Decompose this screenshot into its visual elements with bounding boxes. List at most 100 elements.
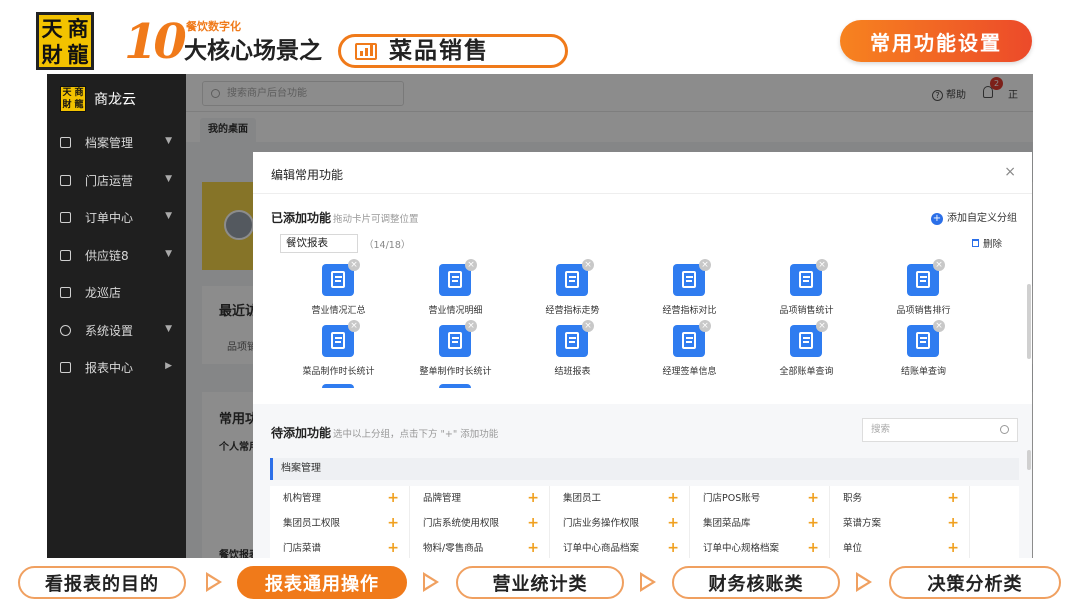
- function-card[interactable]: × 结账单查询: [865, 317, 982, 379]
- remove-icon[interactable]: ×: [465, 320, 477, 332]
- arrow-right-icon: [856, 572, 872, 592]
- function-card[interactable]: × 经营指标走势: [514, 256, 631, 318]
- function-card[interactable]: × 经理签单信息: [631, 317, 748, 379]
- sidebar-item-report[interactable]: 报表中心 ▶: [47, 349, 186, 387]
- chevron-down-icon: ▼: [165, 248, 172, 259]
- remove-icon[interactable]: ×: [465, 259, 477, 271]
- function-label: 结账单查询: [900, 367, 946, 377]
- app-logo: 天商 財龍: [60, 86, 86, 112]
- org-icon: [60, 287, 71, 299]
- add-icon[interactable]: +: [807, 511, 819, 536]
- remove-icon[interactable]: ×: [933, 259, 945, 271]
- delete-group-button[interactable]: 删除: [972, 236, 1002, 250]
- add-icon[interactable]: +: [807, 536, 819, 558]
- group-count: （14/18）: [364, 240, 411, 251]
- add-icon[interactable]: +: [387, 536, 399, 558]
- arrow-right-icon: [423, 572, 439, 592]
- nav-decision-analysis[interactable]: 决策分析类: [889, 566, 1061, 599]
- scrollbar[interactable]: [1027, 284, 1031, 359]
- function-card[interactable]: × 结班报表: [514, 317, 631, 379]
- function-card[interactable]: × 营业情况明细: [397, 256, 514, 318]
- function-card[interactable]: × 经营指标对比: [631, 256, 748, 318]
- remove-icon[interactable]: ×: [816, 259, 828, 271]
- add-icon[interactable]: +: [667, 536, 679, 558]
- function-card[interactable]: × 品项销售统计: [748, 256, 865, 318]
- close-icon[interactable]: ×: [1004, 164, 1016, 180]
- remove-icon[interactable]: ×: [933, 320, 945, 332]
- remove-icon[interactable]: ×: [582, 320, 594, 332]
- chevron-down-icon: ▼: [165, 173, 172, 184]
- arrow-right-icon: [640, 572, 656, 592]
- function-label: 经营指标对比: [662, 306, 717, 316]
- group-name-input[interactable]: 餐饮报表: [280, 234, 358, 253]
- scrollbar[interactable]: [1027, 450, 1031, 470]
- nav-report-common-ops[interactable]: 报表通用操作: [237, 566, 407, 599]
- sidebar-item-system[interactable]: 系统设置 ▼: [47, 312, 186, 350]
- function-search-input[interactable]: 搜索: [862, 418, 1018, 442]
- pending-function-item: 物料/零售商品 +: [410, 536, 550, 558]
- add-icon[interactable]: +: [387, 486, 399, 511]
- added-section-title: 已添加功能: [271, 211, 332, 225]
- scene-pill: 菜品销售: [338, 34, 568, 68]
- pending-function-item: 机构管理 +: [270, 486, 410, 511]
- function-card[interactable]: × 全部账单查询: [748, 317, 865, 379]
- remove-icon[interactable]: ×: [348, 259, 360, 271]
- pending-functions-grid: 机构管理 + 品牌管理 + 集团员工 + 门店POS账号 + 职务 + 集团员工权限 + 门店系统使用权…: [270, 486, 1019, 558]
- chevron-down-icon: ▼: [165, 323, 172, 334]
- add-icon[interactable]: +: [667, 486, 679, 511]
- add-icon[interactable]: +: [527, 511, 539, 536]
- sidebar-item-archive[interactable]: 档案管理 ▼: [47, 124, 186, 162]
- nav-finance-check[interactable]: 财务核账类: [672, 566, 840, 599]
- nav-business-stats[interactable]: 营业统计类: [456, 566, 624, 599]
- pending-section-hint: 选中以上分组，点击下方 "+" 添加功能: [333, 429, 499, 440]
- sidebar-item-inspection[interactable]: 龙巡店: [47, 274, 186, 312]
- category-archive[interactable]: 档案管理: [270, 458, 1019, 480]
- pending-function-item: 品牌管理 +: [410, 486, 550, 511]
- top-banner: 天 商 財 龍 10 餐饮数字化 大核心场景之 菜品销售 常用功能设置: [0, 0, 1080, 72]
- function-card[interactable]: × 营业情况汇总: [280, 256, 397, 318]
- function-card[interactable]: × 整单制作时长统计: [397, 317, 514, 379]
- function-card[interactable]: × 菜品制作时长统计: [280, 317, 397, 379]
- remove-icon[interactable]: ×: [582, 259, 594, 271]
- search-icon: [1000, 425, 1009, 434]
- add-icon[interactable]: +: [387, 511, 399, 536]
- sidebar-item-supply[interactable]: 供应链8 ▼: [47, 237, 186, 275]
- pending-function-item: 集团菜品库 +: [690, 511, 830, 536]
- function-label: 营业情况汇总: [311, 306, 366, 316]
- remove-icon[interactable]: ×: [699, 259, 711, 271]
- edit-common-functions-modal: 编辑常用功能 × 已添加功能 拖动卡片可调整位置 + 添加自定义分组 餐饮报表 （…: [253, 152, 1032, 558]
- function-card-partial: [439, 384, 471, 388]
- banner-subtitle: 餐饮数字化: [186, 20, 241, 33]
- function-label: 营业情况明细: [428, 306, 483, 316]
- add-icon[interactable]: +: [527, 486, 539, 511]
- sidebar-item-order[interactable]: 订单中心 ▼: [47, 199, 186, 237]
- order-icon: [60, 212, 71, 224]
- pending-function-item: 订单中心商品档案 +: [550, 536, 690, 558]
- add-icon[interactable]: +: [807, 486, 819, 511]
- pending-function-item: 门店业务操作权限 +: [550, 511, 690, 536]
- chevron-right-icon: ▶: [165, 361, 172, 371]
- add-custom-group-button[interactable]: + 添加自定义分组: [931, 209, 1017, 225]
- supply-icon: [60, 249, 71, 261]
- function-card-partial: [322, 384, 354, 388]
- pending-section-title: 待添加功能: [271, 426, 332, 440]
- pending-function-item: 菜谱方案 +: [830, 511, 970, 536]
- chart-icon: [60, 362, 71, 374]
- add-icon[interactable]: +: [947, 511, 959, 536]
- pending-function-item: 门店系统使用权限 +: [410, 511, 550, 536]
- function-label: 菜品制作时长统计: [302, 367, 375, 377]
- nav-report-purpose[interactable]: 看报表的目的: [18, 566, 186, 599]
- function-label: 经营指标走势: [545, 306, 600, 316]
- add-icon[interactable]: +: [947, 536, 959, 558]
- remove-icon[interactable]: ×: [816, 320, 828, 332]
- remove-icon[interactable]: ×: [348, 320, 360, 332]
- function-label: 品项销售排行: [896, 306, 951, 316]
- remove-icon[interactable]: ×: [699, 320, 711, 332]
- chevron-down-icon: ▼: [165, 136, 172, 146]
- sidebar-item-store[interactable]: 门店运营 ▼: [47, 162, 186, 200]
- add-icon[interactable]: +: [667, 511, 679, 536]
- add-icon[interactable]: +: [527, 536, 539, 558]
- common-settings-button[interactable]: 常用功能设置: [840, 20, 1032, 62]
- add-icon[interactable]: +: [947, 486, 959, 511]
- function-card[interactable]: × 品项销售排行: [865, 256, 982, 318]
